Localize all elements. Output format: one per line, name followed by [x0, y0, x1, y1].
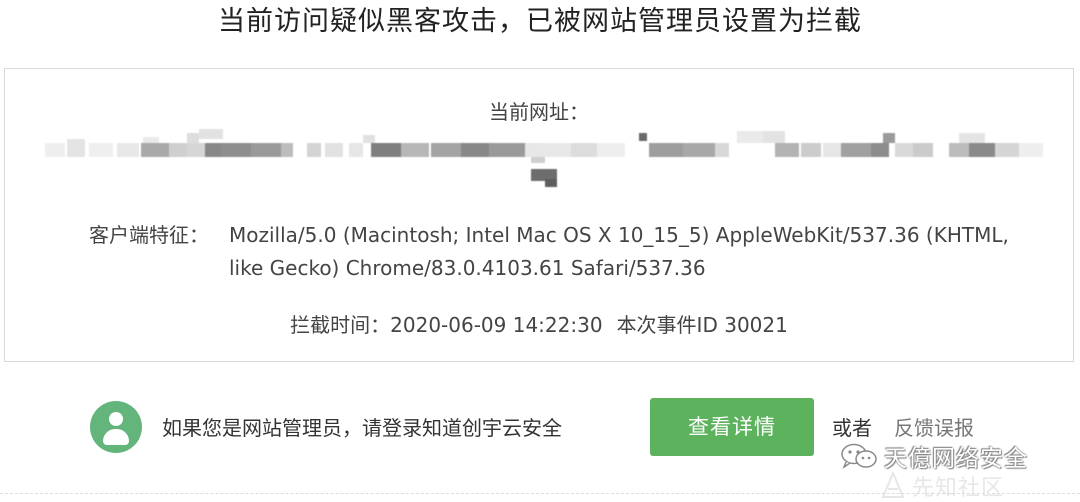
- user-agent-value: Mozilla/5.0 (Macintosh; Intel Mac OS X 1…: [229, 223, 1009, 280]
- user-agent-row: 客户端特征： Mozilla/5.0 (Macintosh; Intel Mac…: [89, 219, 1049, 285]
- page-title: 当前访问疑似黑客攻击，已被网站管理员设置为拦截: [218, 6, 862, 37]
- wechat-icon: [841, 443, 877, 469]
- url-pixelation: [45, 129, 1043, 189]
- or-text: 或者: [832, 416, 872, 440]
- secondary-watermark: 先知社区: [880, 470, 1080, 501]
- event-id: 30021: [724, 313, 788, 337]
- interception-info-panel: 当前网址： 客户端特征： Mozilla/5.0 (Macintosh; Int…: [4, 68, 1074, 362]
- time-value: 2020-06-09 14:22:30: [390, 313, 603, 337]
- redacted-url: [45, 129, 1043, 189]
- admin-login-text: 如果您是网站管理员，请登录知道创宇云安全: [162, 416, 562, 440]
- url-label: 当前网址：: [489, 100, 589, 124]
- report-false-positive-link[interactable]: 反馈误报: [894, 412, 974, 441]
- view-details-button[interactable]: 查看详情: [650, 398, 814, 456]
- interception-time-row: 拦截时间：2020-06-09 14:22:30 本次事件ID 30021: [5, 309, 1073, 338]
- watermark-text: 天億网络安全: [884, 446, 1028, 472]
- site-logo-icon: [881, 471, 905, 498]
- user-icon: [90, 401, 142, 453]
- secondary-watermark-text: 先知社区: [912, 476, 1005, 501]
- watermark: 天億网络安全: [840, 438, 1060, 472]
- bottom-divider: [0, 493, 1080, 494]
- user-agent-label: 客户端特征：: [89, 223, 209, 247]
- event-label: 本次事件ID: [616, 313, 718, 337]
- time-label: 拦截时间：: [290, 313, 391, 337]
